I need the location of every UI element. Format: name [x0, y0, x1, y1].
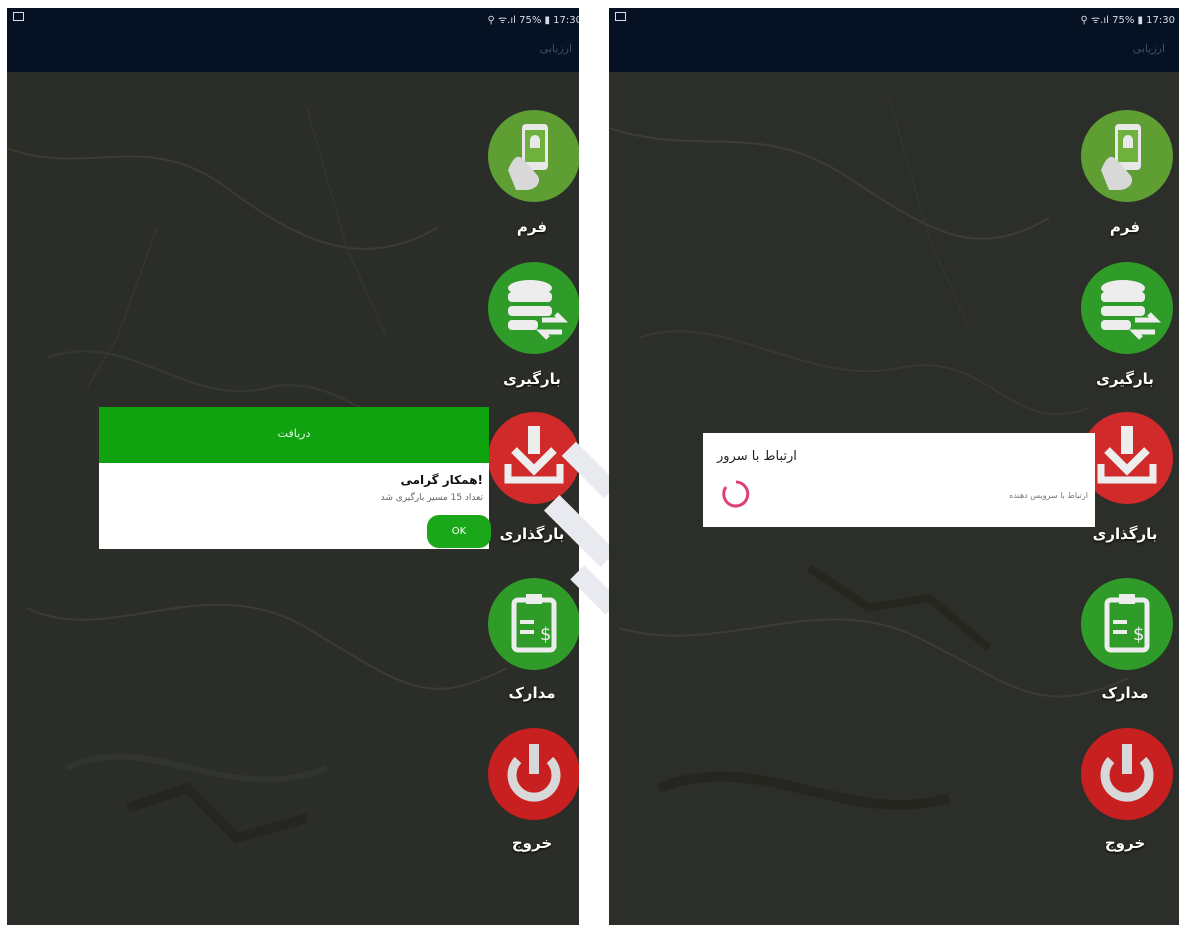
notification-icon: [13, 12, 24, 21]
exit-menu-button[interactable]: [488, 728, 580, 820]
connect-dialog: ارتباط با سرور ارتباط با سرویس دهنده: [703, 433, 1095, 527]
database-sync-icon: [1101, 280, 1162, 340]
connect-dialog-title: ارتباط با سرور: [717, 449, 797, 464]
phone-android-icon: [1101, 124, 1141, 190]
app-bar: ارزیابی: [7, 28, 586, 72]
status-indicators: ⚲ ᯤ.ıl 75% ▮ 17:30: [487, 15, 582, 26]
svg-text:$: $: [540, 624, 551, 645]
docs-menu-label: مدارک: [508, 684, 556, 702]
document-money-icon: $: [1104, 594, 1150, 653]
exit-menu-button[interactable]: [1081, 728, 1173, 820]
left-phone-screen: ⚲ ᯤ.ıl 75% ▮ 17:30 ارزیابی فرم بارگیری ب…: [7, 8, 586, 925]
docs-menu-button[interactable]: $: [1081, 578, 1173, 670]
load-menu-button[interactable]: [1081, 262, 1173, 354]
form-menu-label: فرم: [1109, 218, 1141, 236]
power-icon: [1100, 744, 1154, 802]
loading-spinner-icon: [722, 480, 750, 508]
status-indicators: ⚲ ᯤ.ıl 75% ▮ 17:30: [1080, 15, 1175, 26]
notification-icon: [615, 12, 626, 21]
docs-menu-label: مدارک: [1101, 684, 1149, 702]
power-icon: [507, 744, 561, 802]
exit-menu-label: خروج: [1104, 834, 1146, 852]
database-sync-icon: [508, 280, 569, 340]
form-menu-label: فرم: [516, 218, 548, 236]
status-bar: ⚲ ᯤ.ıl 75% ▮ 17:30: [7, 8, 586, 28]
receive-dialog-title: دریافت: [277, 427, 311, 440]
phone-android-icon: [508, 124, 548, 190]
connect-dialog-message: ارتباط با سرویس دهنده: [1009, 491, 1088, 500]
receive-dialog-header: دریافت: [99, 407, 489, 463]
form-menu-button[interactable]: [1081, 110, 1173, 202]
app-title: ارزیابی: [539, 42, 572, 55]
receive-dialog: دریافت همکار گرامی! تعداد 15 مسیر بارگیر…: [99, 407, 491, 549]
svg-text:$: $: [1133, 624, 1144, 645]
receive-dialog-message: تعداد 15 مسیر بارگیری شد: [380, 493, 483, 503]
right-phone-screen: ⚲ ᯤ.ıl 75% ▮ 17:30 ارزیابی فرم بارگیری ب…: [609, 8, 1179, 925]
load-menu-button[interactable]: [488, 262, 580, 354]
ok-button[interactable]: OK: [427, 515, 491, 548]
upload-menu-label: بارگذاری: [1092, 525, 1158, 543]
receive-dialog-heading: همکار گرامی!: [400, 473, 483, 487]
app-bar: ارزیابی: [609, 28, 1179, 72]
exit-menu-label: خروج: [511, 834, 553, 852]
app-title: ارزیابی: [1132, 42, 1165, 55]
load-menu-label: بارگیری: [503, 370, 561, 388]
status-bar: ⚲ ᯤ.ıl 75% ▮ 17:30: [609, 8, 1179, 28]
docs-menu-button[interactable]: $: [488, 578, 580, 670]
form-menu-button[interactable]: [488, 110, 580, 202]
load-menu-label: بارگیری: [1096, 370, 1154, 388]
document-money-icon: $: [511, 594, 557, 653]
